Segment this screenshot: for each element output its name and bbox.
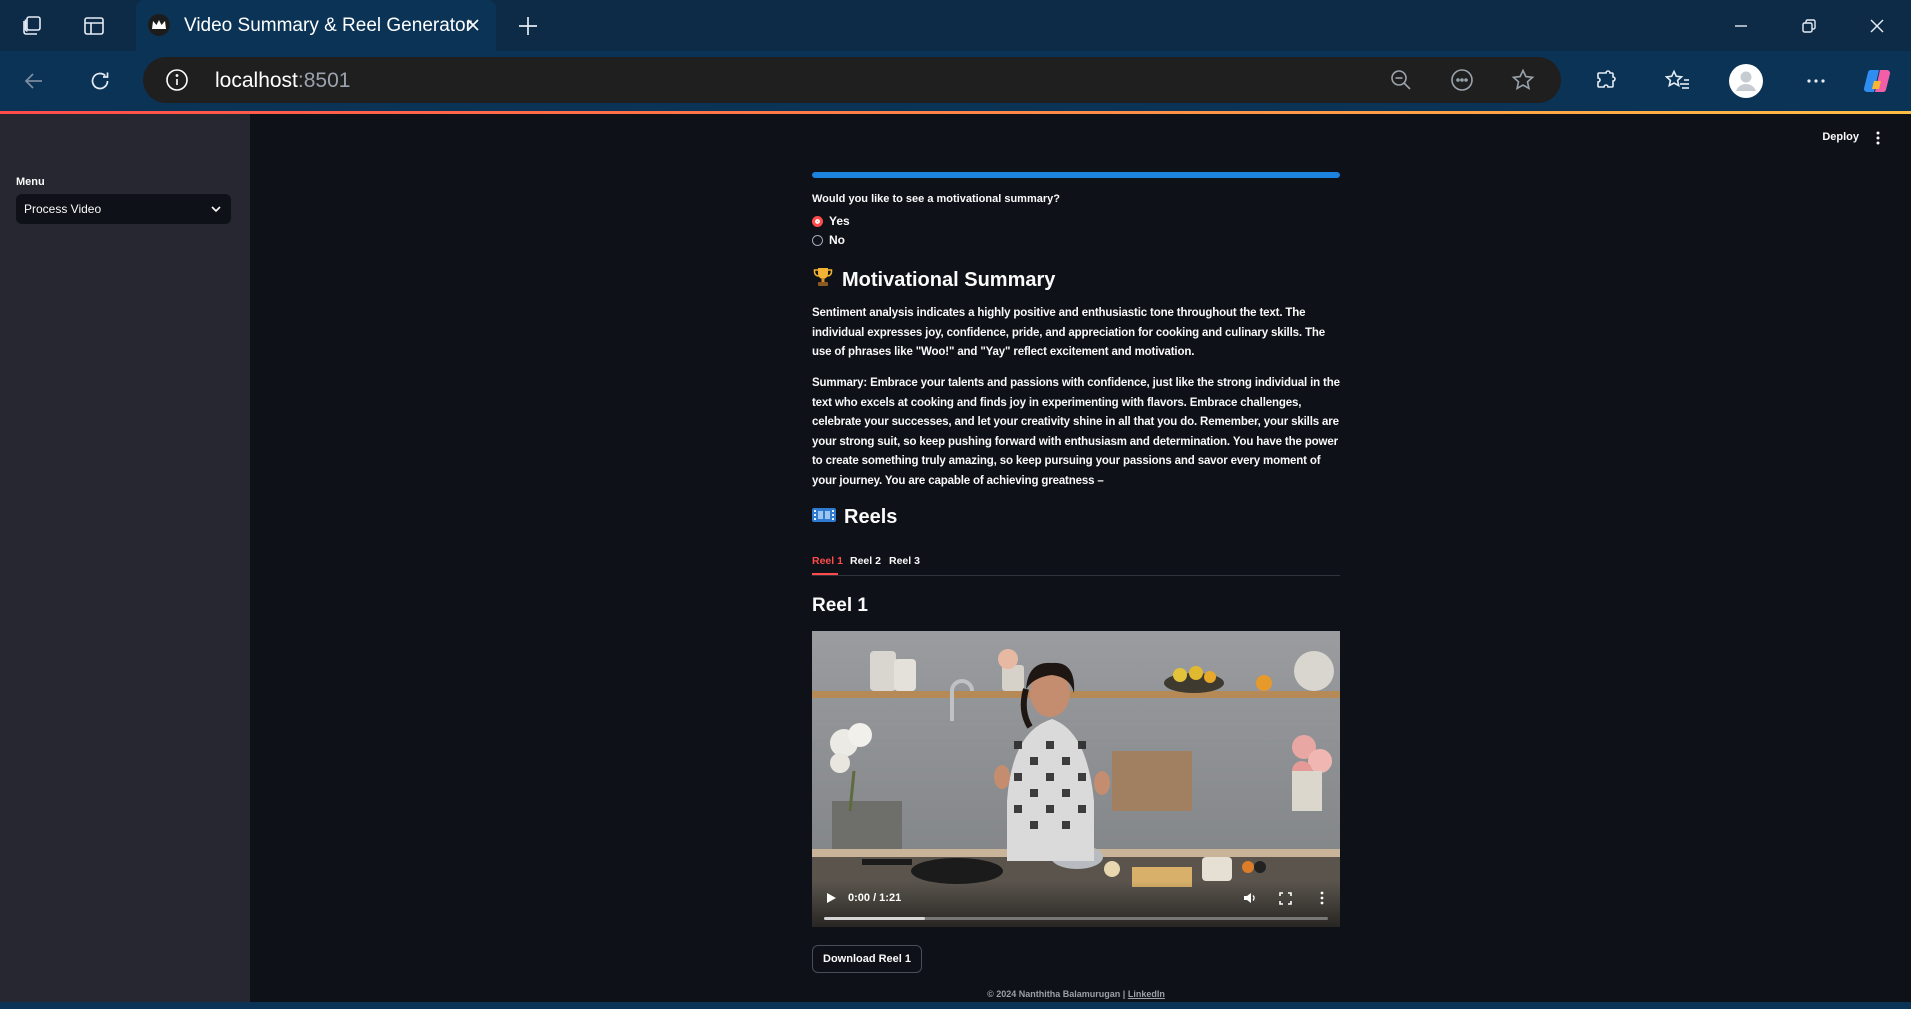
- tab-title: Video Summary & Reel Generator: [184, 15, 472, 36]
- linkedin-link[interactable]: LinkedIn: [1128, 989, 1165, 999]
- tab-reel-2[interactable]: Reel 2: [850, 555, 881, 567]
- radio-unselected-icon[interactable]: [812, 234, 823, 246]
- tab-actions-icon[interactable]: [80, 12, 108, 40]
- menu-label: Menu: [16, 176, 45, 188]
- deploy-button[interactable]: Deploy: [1822, 131, 1859, 143]
- progress-bar: [812, 172, 1340, 178]
- favorite-star-icon[interactable]: [1511, 68, 1535, 92]
- video-more-icon[interactable]: [1314, 890, 1330, 906]
- menu-select-value: Process Video: [24, 202, 102, 216]
- browser-tab-active[interactable]: Video Summary & Reel Generator: [136, 0, 496, 51]
- footer: © 2024 Nanthitha Balamurugan | LinkedIn: [812, 989, 1340, 999]
- profile-avatar-icon[interactable]: [1728, 63, 1764, 99]
- streamlit-crown-icon: [148, 14, 170, 36]
- film-strip-icon: [812, 506, 836, 529]
- back-icon[interactable]: [18, 65, 50, 97]
- minimize-window-icon[interactable]: [1706, 0, 1776, 51]
- radio-label-no: No: [829, 233, 845, 247]
- workspaces-icon[interactable]: [18, 12, 46, 40]
- play-icon[interactable]: [824, 891, 838, 905]
- download-reel-button[interactable]: Download Reel 1: [812, 945, 923, 973]
- close-tab-icon[interactable]: [460, 12, 486, 38]
- streamlit-app: Menu Process Video Deploy Would you like…: [0, 111, 1911, 1002]
- sidebar: Menu Process Video: [0, 114, 250, 1002]
- browser-toolbar: localhost:8501: [0, 51, 1911, 111]
- reel-tabs: Reel 1 Reel 2 Reel 3: [812, 549, 1340, 576]
- reels-heading: Reels: [812, 506, 897, 529]
- progress-fill: [812, 172, 1340, 178]
- footer-copyright: © 2024 Nanthitha Balamurugan |: [987, 989, 1128, 999]
- active-tab-indicator: [812, 573, 838, 575]
- address-bar[interactable]: localhost:8501: [143, 57, 1561, 103]
- extensions-icon[interactable]: [1590, 65, 1622, 97]
- volume-icon[interactable]: [1242, 890, 1258, 906]
- radio-selected-icon[interactable]: [812, 215, 823, 227]
- new-tab-icon[interactable]: [514, 12, 542, 40]
- reels-title: Reels: [844, 506, 898, 528]
- summary-question: Would you like to see a motivational sum…: [812, 193, 1060, 205]
- app-decoration-bar: [0, 111, 1911, 114]
- favorites-list-icon[interactable]: [1662, 65, 1694, 97]
- radio-label-yes: Yes: [829, 214, 850, 228]
- url-text[interactable]: localhost:8501: [215, 69, 350, 93]
- restore-window-icon[interactable]: [1774, 0, 1844, 51]
- copilot-icon[interactable]: [1860, 64, 1894, 98]
- fullscreen-icon[interactable]: [1277, 890, 1293, 906]
- radio-option-yes[interactable]: Yes: [812, 214, 850, 228]
- url-host: localhost: [215, 69, 298, 92]
- menu-select[interactable]: Process Video: [16, 194, 231, 224]
- zoom-out-icon[interactable]: [1389, 68, 1413, 92]
- summary-text: Summary: Embrace your talents and passio…: [812, 377, 1340, 487]
- refresh-icon[interactable]: [84, 65, 116, 97]
- radio-option-no[interactable]: No: [812, 233, 845, 247]
- chevron-down-icon: [209, 202, 223, 216]
- motivational-summary-heading: Motivational Summary: [812, 266, 1055, 294]
- reel-heading: Reel 1: [812, 595, 868, 616]
- window-bottom-edge: [0, 1002, 1911, 1009]
- close-window-icon[interactable]: [1842, 0, 1911, 51]
- video-seek-bar[interactable]: [824, 917, 1328, 920]
- video-controls: 0:00 / 1:21: [812, 881, 1340, 927]
- settings-more-icon[interactable]: [1800, 65, 1832, 97]
- reading-mode-icon[interactable]: [1450, 68, 1474, 92]
- tab-reel-3[interactable]: Reel 3: [889, 555, 920, 567]
- browser-tab-strip: Video Summary & Reel Generator: [0, 0, 1911, 51]
- site-info-icon[interactable]: [165, 68, 189, 92]
- tab-reel-1[interactable]: Reel 1: [812, 555, 843, 567]
- sentiment-analysis-text: Sentiment analysis indicates a highly po…: [812, 307, 1325, 358]
- url-port: :8501: [297, 69, 351, 92]
- reel-video-player[interactable]: 0:00 / 1:21: [812, 631, 1340, 927]
- main-menu-icon[interactable]: [1871, 129, 1885, 147]
- video-time: 0:00 / 1:21: [848, 892, 902, 904]
- video-buffered-range: [824, 917, 925, 920]
- trophy-icon: [812, 266, 834, 294]
- motivational-summary-title: Motivational Summary: [842, 268, 1056, 291]
